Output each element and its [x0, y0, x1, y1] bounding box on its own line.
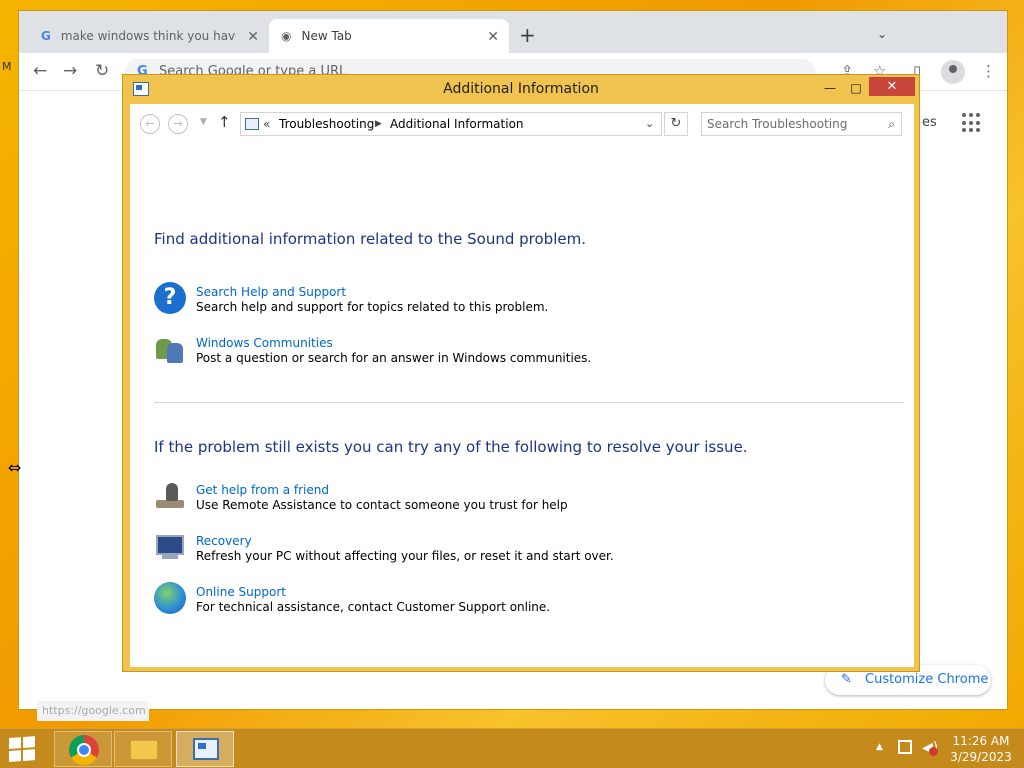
globe-icon: [154, 582, 186, 614]
show-hidden-icons-chevron-icon[interactable]: ▲: [876, 742, 883, 752]
chrome-icon: [69, 735, 99, 765]
folder-icon: [130, 740, 158, 760]
tab-search-result[interactable]: G make windows think you have so ✕: [29, 19, 269, 53]
windows-start-icon[interactable]: [9, 736, 37, 762]
close-tab-icon[interactable]: ✕: [487, 29, 499, 45]
clock-time: 11:26 AM: [952, 734, 1010, 748]
status-bubble-url: https://google.com: [37, 701, 149, 721]
recovery-icon: [154, 531, 186, 563]
taskbar-chrome-button[interactable]: [54, 731, 112, 767]
section-divider: [154, 402, 904, 403]
clock[interactable]: 11:26 AM 3/29/2023: [946, 733, 1016, 765]
windows-communities-link[interactable]: Windows Communities: [196, 336, 333, 350]
reload-icon[interactable]: ↻: [95, 61, 109, 81]
back-arrow-icon[interactable]: ←: [33, 61, 47, 81]
window-content: ← → ▼ ↑ « Troubleshooting ▶ Additional I…: [130, 104, 914, 667]
recent-locations-chevron-icon[interactable]: ▼: [200, 117, 207, 127]
item-description: Post a question or search for an answer …: [196, 351, 592, 365]
breadcrumb-separator-icon[interactable]: ▶: [375, 113, 382, 135]
taskbar: ▲ ◀) 11:26 AM 3/29/2023: [0, 728, 1024, 768]
navigation-bar: ← → ▼ ↑ « Troubleshooting ▶ Additional I…: [130, 104, 914, 144]
breadcrumb[interactable]: « Troubleshooting ▶ Additional Informati…: [240, 112, 662, 136]
help-icon: ?: [154, 282, 186, 314]
online-support-link[interactable]: Online Support: [196, 585, 286, 599]
section-heading-find-info: Find additional information related to t…: [154, 230, 586, 248]
tab-strip: G make windows think you have so ✕ ◉ New…: [19, 11, 1007, 53]
search-icon: ⌕: [888, 117, 895, 131]
back-button[interactable]: ←: [140, 114, 160, 134]
forward-arrow-icon[interactable]: →: [63, 61, 77, 81]
control-panel-icon: [193, 738, 219, 760]
control-panel-icon: [245, 118, 259, 130]
item-description: Search help and support for topics relat…: [196, 300, 549, 314]
breadcrumb-troubleshooting[interactable]: Troubleshooting: [279, 113, 374, 135]
remote-assistance-icon: [154, 480, 186, 512]
customize-label: Customize Chrome: [865, 672, 989, 687]
volume-muted-badge-icon: [929, 747, 938, 756]
forward-button[interactable]: →: [168, 114, 188, 134]
address-dropdown-chevron-icon[interactable]: ⌄: [645, 113, 654, 135]
additional-information-window: Additional Information — □ ✕ ← → ▼ ↑ « T…: [122, 74, 920, 672]
search-placeholder: Search Troubleshooting: [707, 117, 848, 131]
desktop-edge-text: M: [2, 60, 12, 73]
search-help-support-link[interactable]: Search Help and Support: [196, 285, 346, 299]
resize-cursor-icon: ⇔: [8, 458, 22, 477]
get-help-from-friend-link[interactable]: Get help from a friend: [196, 483, 329, 497]
tab-title: make windows think you have so: [60, 29, 236, 43]
breadcrumb-additional-information[interactable]: Additional Information: [390, 113, 524, 135]
google-apps-icon[interactable]: [962, 113, 982, 133]
window-title: Additional Information: [443, 81, 599, 97]
communities-icon: [154, 333, 186, 365]
search-troubleshooting-input[interactable]: Search Troubleshooting ⌕: [701, 112, 902, 136]
chrome-favicon-icon: ◉: [281, 29, 292, 43]
ntp-link-fragment[interactable]: es: [922, 115, 937, 130]
minimize-button[interactable]: —: [817, 78, 843, 98]
section-heading-resolve: If the problem still exists you can try …: [154, 438, 748, 456]
profile-avatar-icon[interactable]: [941, 60, 965, 84]
item-description: For technical assistance, contact Custom…: [196, 600, 551, 614]
network-icon[interactable]: [898, 740, 912, 754]
recovery-link[interactable]: Recovery: [196, 534, 252, 548]
taskbar-file-explorer-button[interactable]: [114, 731, 172, 767]
breadcrumb-overflow[interactable]: «: [263, 113, 270, 135]
clock-date: 3/29/2023: [950, 750, 1012, 764]
new-tab-plus-icon[interactable]: +: [519, 25, 536, 45]
maximize-button[interactable]: □: [843, 78, 869, 98]
google-favicon-icon: G: [41, 29, 51, 43]
tab-new-tab[interactable]: ◉ New Tab ✕: [269, 19, 509, 53]
menu-kebab-icon[interactable]: ⋮: [981, 62, 996, 80]
up-arrow-icon[interactable]: ↑: [218, 113, 231, 131]
close-button[interactable]: ✕: [869, 77, 915, 96]
taskbar-control-panel-button[interactable]: [176, 731, 234, 767]
tab-title: New Tab: [301, 29, 352, 43]
item-description: Refresh your PC without affecting your f…: [196, 549, 614, 563]
tab-search-chevron-icon[interactable]: ⌄: [877, 27, 887, 41]
close-tab-icon[interactable]: ✕: [247, 29, 259, 45]
refresh-button[interactable]: ↻: [664, 112, 688, 136]
item-description: Use Remote Assistance to contact someone…: [196, 498, 568, 512]
